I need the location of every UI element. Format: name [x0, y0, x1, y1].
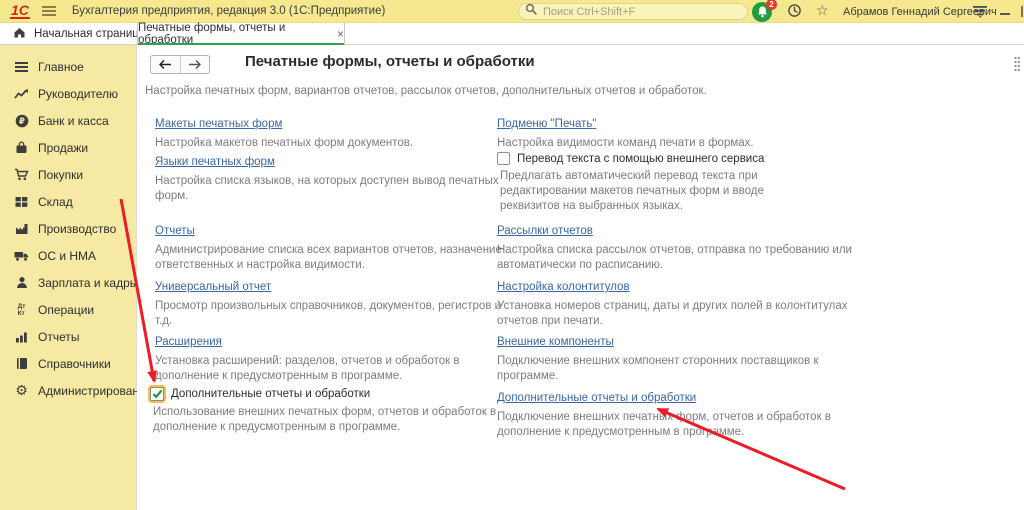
checkbox-label[interactable]: Перевод текста с помощью внешнего сервис…: [517, 153, 764, 165]
setting-description: Просмотр произвольных справочников, доку…: [155, 299, 515, 329]
tab-print-forms[interactable]: Печатные формы, отчеты и обработки ×: [137, 23, 345, 45]
tab-home-page[interactable]: Начальная страница: [0, 23, 145, 45]
history-icon[interactable]: [787, 3, 802, 23]
setting-description: Установка номеров страниц, даты и других…: [497, 299, 897, 329]
setting-description: Установка расширений: разделов, отчетов …: [155, 354, 515, 384]
navigation-buttons: [150, 55, 210, 74]
setting-print-form-layouts: Макеты печатных форм Настройка макетов п…: [155, 114, 515, 151]
print-form-layouts-link[interactable]: Макеты печатных форм: [155, 118, 282, 130]
tab-bar: Начальная страница Печатные формы, отчет…: [0, 23, 1024, 45]
book-icon: [13, 356, 30, 372]
setting-description: Настройка списка рассылок отчетов, отпра…: [497, 243, 897, 273]
sidebar-item-administration[interactable]: ⚙ Администрирование: [0, 377, 136, 404]
maximize-button-partial[interactable]: [1021, 6, 1023, 17]
page-subtitle: Настройка печатных форм, вариантов отчет…: [145, 85, 707, 97]
additional-reports-link[interactable]: Дополнительные отчеты и обработки: [497, 392, 696, 404]
bar-chart-icon: [13, 329, 30, 345]
sidebar-item-manager[interactable]: Руководителю: [0, 80, 136, 107]
setting-print-form-languages: Языки печатных форм Настройка списка язы…: [155, 152, 515, 204]
sidebar-item-reports[interactable]: Отчеты: [0, 323, 136, 350]
main-menu-icon[interactable]: [42, 5, 56, 17]
sidebar-item-sales[interactable]: Продажи: [0, 134, 136, 161]
home-icon: [13, 25, 26, 43]
more-actions-icon[interactable]: [1013, 56, 1021, 77]
app-title: Бухгалтерия предприятия, редакция 3.0 (1…: [72, 5, 385, 17]
dt-kt-icon: Дт Кт: [13, 302, 30, 318]
active-tab-label: Печатные формы, отчеты и обработки: [138, 22, 330, 46]
favorites-star-icon[interactable]: ☆: [816, 2, 829, 20]
sidebar-item-operations[interactable]: Дт Кт Операции: [0, 296, 136, 323]
sidebar-item-main[interactable]: Главное: [0, 53, 136, 80]
setting-additional-reports-link: Дополнительные отчеты и обработки Подклю…: [497, 388, 897, 440]
setting-report-mailings: Рассылки отчетов Настройка списка рассыл…: [497, 221, 897, 273]
setting-description: Настройка видимости команд печати в форм…: [497, 136, 897, 151]
cart-icon: [13, 167, 30, 183]
setting-description: Настройка списка языков, на которых дост…: [155, 174, 515, 204]
print-form-languages-link[interactable]: Языки печатных форм: [155, 156, 275, 168]
setting-headers-footers: Настройка колонтитулов Установка номеров…: [497, 277, 897, 329]
main-content: Печатные формы, отчеты и обработки Настр…: [137, 45, 1024, 510]
checkbox-label[interactable]: Дополнительные отчеты и обработки: [171, 388, 370, 400]
text-translation-checkbox[interactable]: [497, 152, 510, 165]
setting-additional-reports-checkbox: Дополнительные отчеты и обработки Исполь…: [150, 387, 510, 435]
setting-description: Предлагать автоматический перевод текста…: [500, 169, 897, 214]
grid-icon: [13, 194, 30, 210]
global-search-input[interactable]: Поиск Ctrl+Shift+F: [518, 3, 748, 20]
sidebar-item-fixed-assets[interactable]: ОС и НМА: [0, 242, 136, 269]
setting-description: Подключение внешних компонент сторонних …: [497, 354, 897, 384]
setting-text-translation-checkbox: Перевод текста с помощью внешнего сервис…: [497, 152, 897, 214]
bag-icon: [13, 140, 30, 156]
person-icon: [13, 275, 30, 291]
window-titlebar: 1С Бухгалтерия предприятия, редакция 3.0…: [0, 0, 1024, 23]
extensions-link[interactable]: Расширения: [155, 336, 222, 348]
report-mailings-link[interactable]: Рассылки отчетов: [497, 225, 593, 237]
sidebar-item-purchases[interactable]: Покупки: [0, 161, 136, 188]
sidebar-item-bank-cash[interactable]: ₽ Банк и касса: [0, 107, 136, 134]
notification-badge: 2: [766, 0, 777, 10]
forward-button[interactable]: [180, 56, 210, 73]
notifications-button[interactable]: 2: [752, 1, 774, 23]
page-title: Печатные формы, отчеты и обработки: [245, 53, 535, 70]
sidebar-item-warehouse[interactable]: Склад: [0, 188, 136, 215]
home-tab-label: Начальная страница: [34, 28, 145, 40]
ruble-coin-icon: ₽: [13, 113, 30, 129]
setting-extensions: Расширения Установка расширений: раздело…: [155, 332, 515, 384]
svg-text:₽: ₽: [19, 117, 25, 127]
sidebar-item-payroll-hr[interactable]: Зарплата и кадры: [0, 269, 136, 296]
reports-link[interactable]: Отчеты: [155, 225, 195, 237]
back-button[interactable]: [151, 56, 180, 73]
setting-description: Подключение внешних печатных форм, отчет…: [497, 410, 897, 440]
setting-print-submenu: Подменю "Печать" Настройка видимости ком…: [497, 114, 897, 151]
menu-icon: [13, 59, 30, 75]
search-icon: [525, 3, 538, 21]
truck-icon: [13, 248, 30, 264]
setting-universal-report: Универсальный отчет Просмотр произвольны…: [155, 277, 515, 329]
search-placeholder: Поиск Ctrl+Shift+F: [543, 6, 635, 18]
print-submenu-link[interactable]: Подменю "Печать": [497, 118, 596, 130]
checkmark-icon: [152, 389, 163, 399]
factory-icon: [13, 221, 30, 237]
trend-chart-icon: [13, 86, 30, 102]
setting-description: Использование внешних печатных форм, отч…: [153, 405, 510, 435]
sidebar-item-directories[interactable]: Справочники: [0, 350, 136, 377]
gear-icon: ⚙: [13, 383, 30, 399]
setting-description: Настройка макетов печатных форм документ…: [155, 136, 515, 151]
setting-external-components: Внешние компоненты Подключение внешних к…: [497, 332, 897, 384]
additional-reports-checkbox[interactable]: [150, 387, 164, 401]
external-components-link[interactable]: Внешние компоненты: [497, 336, 614, 348]
universal-report-link[interactable]: Универсальный отчет: [155, 281, 271, 293]
headers-footers-link[interactable]: Настройка колонтитулов: [497, 281, 630, 293]
1c-logo: 1С: [10, 3, 30, 19]
minimize-button[interactable]: [1000, 13, 1010, 15]
section-sidebar: Главное Руководителю ₽ Банк и касса Прод…: [0, 45, 137, 510]
sidebar-item-production[interactable]: Производство: [0, 215, 136, 242]
setting-description: Администрирование списка всех вариантов …: [155, 243, 515, 273]
tab-close-icon[interactable]: ×: [337, 28, 344, 40]
tools-settings-icon[interactable]: [973, 5, 988, 23]
setting-reports: Отчеты Администрирование списка всех вар…: [155, 221, 515, 273]
